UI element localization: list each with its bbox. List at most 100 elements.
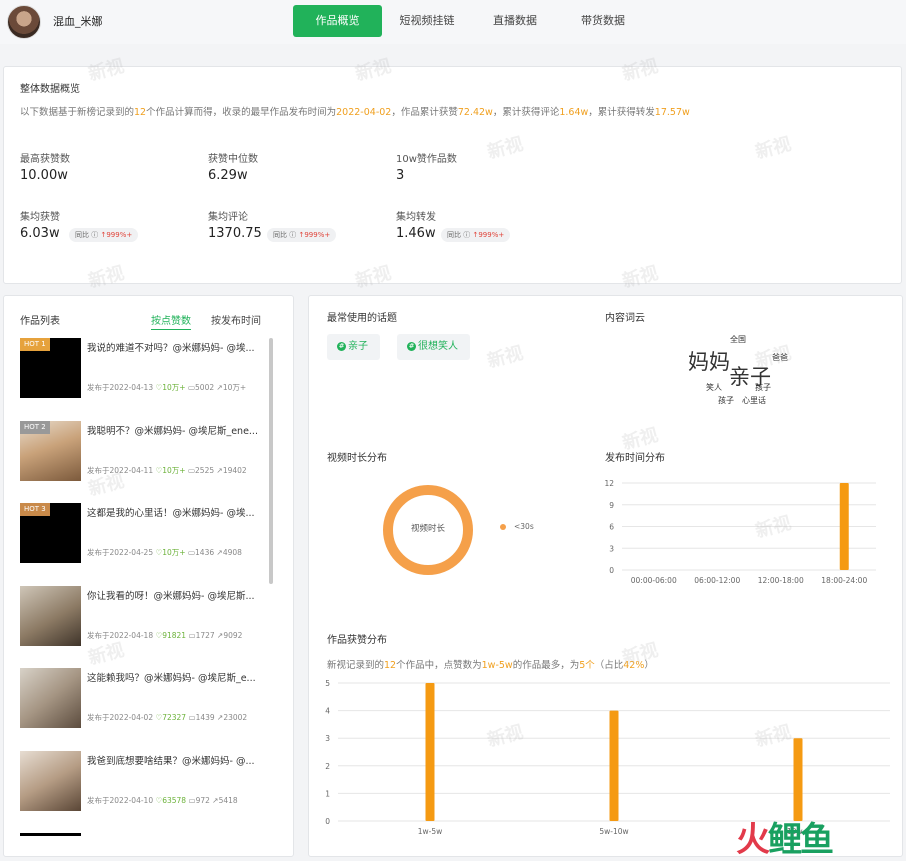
donut-center-label: 视频时长 (410, 524, 445, 534)
stat-max-likes-value: 10.00w (20, 168, 68, 183)
y-tick-label: 3 (325, 734, 330, 743)
hot-badge: HOT 2 (20, 421, 50, 434)
work-list-item[interactable]: HOT 3 这都是我的心里话！@米娜妈妈- @埃... 发布于2022-04-25 … (20, 503, 270, 565)
avatar[interactable] (7, 5, 41, 39)
y-tick-label: 1 (325, 789, 330, 798)
stat-median-likes-label: 获赞中位数 (208, 154, 258, 165)
stat-avg-shares-value: 1.46w (396, 226, 436, 241)
work-list-item[interactable]: 你让我看的呀！@米娜妈妈- @埃尼斯... 发布于2022-04-18 ♡9182… (20, 586, 270, 648)
publish-date: 发布于2022-04-02 (87, 713, 154, 722)
comment-icon: ▭ (188, 631, 196, 640)
x-tick-label: 5w-10w (599, 827, 628, 836)
video-thumbnail[interactable] (20, 668, 81, 728)
likes-dist-title: 作品获赞分布 (327, 635, 387, 646)
work-title[interactable]: 我爸到底想要啥结果？@米娜妈妈- @... (87, 753, 269, 767)
comment-icon: ▭ (188, 713, 196, 722)
stat-avg-comments-value: 1370.75 (208, 226, 262, 241)
likes-count: 91821 (162, 631, 187, 640)
wordcloud-word: 孩子 (718, 396, 734, 405)
publish-date: 发布于2022-04-25 (87, 548, 154, 557)
yoy-badge: 同比 ⓘ ↑999%+ (69, 228, 139, 242)
video-thumbnail[interactable]: HOT 1 (20, 338, 81, 398)
y-tick-label: 5 (325, 679, 330, 688)
bar (609, 710, 619, 821)
video-thumbnail[interactable]: HOT 2 (20, 421, 81, 481)
tab-overview[interactable]: 作品概览 (293, 5, 382, 37)
comment-icon: ▭ (187, 383, 196, 392)
work-meta: 发布于2022-04-11 ♡10万+ ▭2525 ↗19402 (87, 465, 247, 476)
brand-logo: 火鲤鱼 (736, 820, 834, 860)
publish-time-title: 发布时间分布 (605, 453, 665, 464)
yoy-badge: 同比 ⓘ ↑999%+ (441, 228, 511, 242)
video-thumbnail[interactable] (20, 833, 81, 836)
wordcloud-word: 笑人 (706, 383, 722, 392)
publish-date: 发布于2022-04-10 (87, 796, 154, 805)
work-title[interactable]: 你让我看的呀！@米娜妈妈- @埃尼斯... (87, 588, 269, 602)
shares-count: 10万+ (222, 383, 247, 392)
y-tick-label: 4 (325, 707, 330, 716)
hot-badge: HOT 3 (20, 503, 50, 516)
work-title[interactable]: 这都是我的心里话！@米娜妈妈- @埃... (87, 505, 269, 519)
x-tick-label: 00:00-06:00 (631, 576, 677, 585)
works-list-title: 作品列表 (20, 316, 60, 327)
tab-short-video-links[interactable]: 短视频挂链 (390, 5, 464, 37)
wordcloud-word: 孩子 (755, 383, 771, 392)
overview-card (3, 66, 902, 284)
stat-max-likes-label: 最高获赞数 (20, 154, 70, 165)
comment-icon: ▭ (187, 466, 196, 475)
stat-median-likes-value: 6.29w (208, 168, 248, 183)
stat-avg-likes-value: 6.03w (20, 226, 60, 241)
video-thumbnail[interactable]: HOT 3 (20, 503, 81, 563)
topic-tag[interactable]: # 亲子 (327, 334, 380, 360)
tab-sales-data[interactable]: 带货数据 (566, 5, 640, 37)
username: 混血_米娜 (53, 15, 103, 28)
work-title[interactable]: 这能赖我吗？@米娜妈妈- @埃尼斯_e... (87, 670, 269, 684)
publish-time-bar-chart: 0 3 6 9 12 00:00-06:00 06:00-12:00 12:00-18:00 1… (604, 479, 876, 585)
comments-count: 2525 (195, 466, 215, 475)
tab-live-data[interactable]: 直播数据 (478, 5, 552, 37)
work-list-item[interactable]: 我爸到底想要啥结果？@米娜妈妈- @... 发布于2022-04-10 ♡6357… (20, 751, 270, 813)
top-bar: 混血_米娜 作品概览 短视频挂链 直播数据 带货数据 (0, 0, 906, 44)
likes-count: 10万+ (162, 548, 186, 557)
stat-avg-comments-label: 集均评论 (208, 212, 248, 223)
shares-count: 4908 (222, 548, 242, 557)
publish-date: 发布于2022-04-18 (87, 631, 154, 640)
likes-dist-description: 新视记录到的12个作品中，点赞数为1w-5w的作品最多，为5个（占比42%） (327, 660, 654, 671)
comments-count: 972 (195, 796, 210, 805)
work-title[interactable]: 我说的难道不对吗？@米娜妈妈- @埃... (87, 340, 269, 354)
publish-date: 发布于2022-04-13 (87, 383, 154, 392)
video-thumbnail[interactable] (20, 751, 81, 811)
shares-count: 23002 (223, 713, 248, 722)
video-thumbnail[interactable] (20, 586, 81, 646)
work-list-item[interactable]: HOT 2 我聪明不？@米娜妈妈- @埃尼斯_ene... 发布于2022-04-1… (20, 421, 270, 483)
stat-100k-works-label: 10w赞作品数 (396, 154, 457, 165)
topics-title: 最常使用的话题 (327, 313, 397, 324)
overview-description: 以下数据基于新榜记录到的12个作品计算而得，收录的最早作品发布时间为2022-0… (20, 107, 690, 118)
comments-count: 1439 (195, 713, 215, 722)
y-tick-label: 2 (325, 762, 330, 771)
work-list-item[interactable]: 这能赖我吗？@米娜妈妈- @埃尼斯_e... 发布于2022-04-02 ♡723… (20, 668, 270, 730)
comments-count: 1727 (195, 631, 215, 640)
shares-count: 9092 (223, 631, 243, 640)
hashtag-icon: # (337, 342, 346, 351)
comment-icon: ▭ (188, 796, 196, 805)
comment-icon: ▭ (187, 548, 196, 557)
comments-count: 5002 (195, 383, 215, 392)
legend-dot-icon (500, 524, 506, 530)
wordcloud-word: 妈妈 (688, 350, 730, 374)
publish-date: 发布于2022-04-11 (87, 466, 154, 475)
x-tick-label: 1w-5w (418, 827, 443, 836)
wordcloud-title: 内容词云 (605, 313, 645, 324)
work-title[interactable]: 我聪明不？@米娜妈妈- @埃尼斯_ene... (87, 423, 269, 437)
hot-badge: HOT 1 (20, 338, 50, 351)
topic-tag[interactable]: # 很想笑人 (397, 334, 470, 360)
work-meta: 发布于2022-04-02 ♡72327 ▭1439 ↗23002 (87, 712, 247, 723)
sort-by-likes-button[interactable]: 按点赞数 (151, 312, 191, 330)
legend-label: <30s (514, 522, 534, 531)
stat-100k-works-value: 3 (396, 168, 405, 183)
y-tick-label: 9 (609, 501, 614, 510)
wordcloud-word: 爸爸 (772, 353, 788, 362)
sort-by-date-button[interactable]: 按发布时间 (211, 312, 261, 327)
work-list-item[interactable]: HOT 1 我说的难道不对吗？@米娜妈妈- @埃... 发布于2022-04-13 … (20, 338, 270, 400)
y-tick-label: 6 (609, 523, 614, 532)
